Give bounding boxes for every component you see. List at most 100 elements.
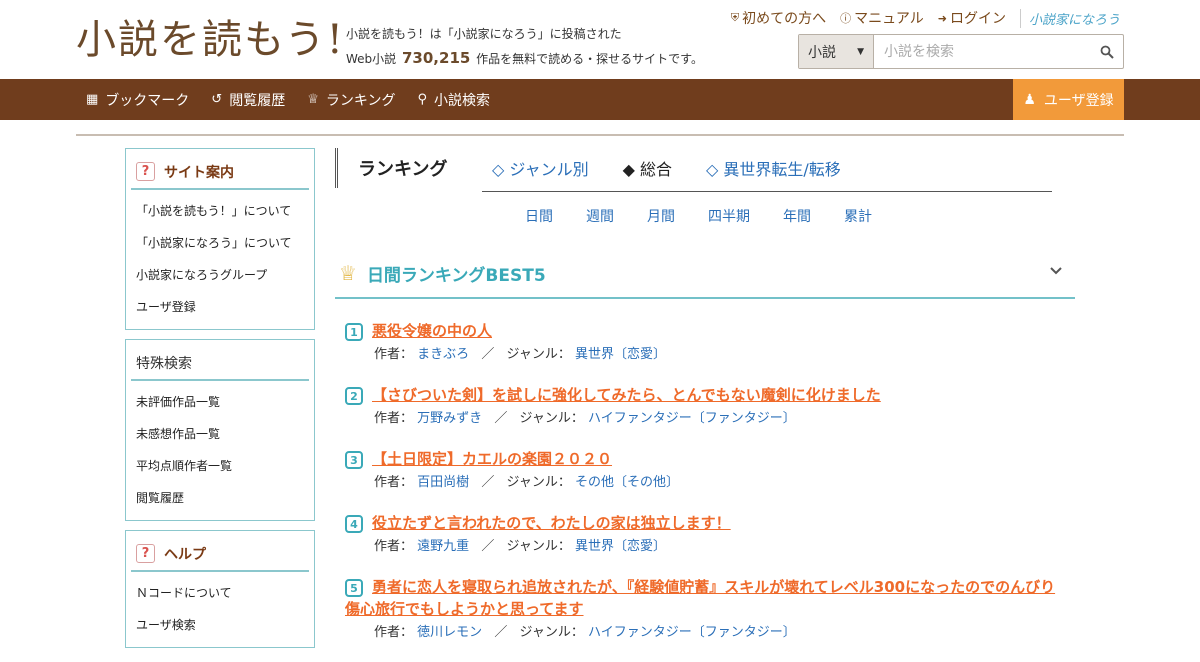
sidebar-site-guide: ? サイト案内 「小説を読もう！」について 「小説家になろう」について 小説家に… (125, 148, 315, 330)
site-tagline: 小説を読もう！は「小説家になろう」に投稿された Web小説 730,215 作品… (346, 22, 703, 71)
main-nav: ▦ ブックマーク ↺ 閲覧履歴 ♕ ランキング ⚲ 小説検索 ♟ ユーザ登録 (0, 79, 1200, 120)
author-link[interactable]: 百田尚樹 (417, 475, 469, 490)
search-icon: ⚲ (417, 92, 427, 107)
genre-link[interactable]: 異世界〔恋愛〕 (575, 347, 666, 362)
tagline-prefix: Web小説 (346, 52, 397, 66)
sidebar-item-history[interactable]: 閲覧履歴 (136, 482, 314, 514)
period-yearly[interactable]: 年間 (783, 206, 811, 226)
login-link[interactable]: ➜ ログイン (938, 8, 1006, 28)
novel-meta: 作者： まきぶろ ／ ジャンル： 異世界〔恋愛〕 (345, 344, 1065, 366)
nav-history[interactable]: ↺ 閲覧履歴 (211, 90, 285, 110)
tab-isekai[interactable]: ◇ 異世界転生/転移 (706, 156, 841, 180)
author-label: 作者： (374, 539, 414, 554)
login-link-label: ログイン (949, 11, 1006, 27)
author-link[interactable]: 遠野九重 (417, 539, 469, 554)
sidebar-item-avg-authors[interactable]: 平均点順作者一覧 (136, 450, 314, 482)
best5-section-header[interactable]: ♕ 日間ランキングBEST5 (335, 249, 1075, 299)
sidebar-item-user-register[interactable]: ユーザ登録 (136, 291, 314, 323)
rank-number-badge: 3 (345, 451, 363, 469)
tab-genre[interactable]: ◇ ジャンル別 (492, 156, 589, 180)
author-link[interactable]: 万野みずき (417, 411, 482, 426)
search-input[interactable] (874, 35, 1091, 68)
beginners-link[interactable]: ⛨ 初めての方へ (731, 8, 826, 28)
ranking-item: 4 役立たずと言われたので、わたしの家は独立します！ 作者： 遠野九重 ／ ジャ… (345, 512, 1065, 558)
search-button[interactable] (1091, 35, 1123, 68)
author-label: 作者： (374, 411, 414, 426)
sidebar-item-ncode[interactable]: Ｎコードについて (136, 577, 314, 609)
genre-label: ジャンル： (519, 625, 584, 640)
search-category-select[interactable]: 小説 ▼ (799, 35, 874, 68)
genre-link[interactable]: その他〔その他〕 (575, 475, 679, 490)
tab-overall[interactable]: ◆ 総合 (623, 156, 672, 180)
ranking-heading: ランキング (335, 148, 447, 188)
ranking-item: 3 【土日限定】カエルの楽園２０２０ 作者： 百田尚樹 ／ ジャンル： その他〔… (345, 448, 1065, 494)
meta-separator: ／ (494, 625, 508, 640)
question-icon: ? (136, 544, 155, 563)
ranking-item: 1 悪役令嬢の中の人 作者： まきぶろ ／ ジャンル： 異世界〔恋愛〕 (345, 320, 1065, 366)
author-label: 作者： (374, 625, 414, 640)
search-box: 小説 ▼ (798, 34, 1124, 69)
ranking-item: 2 【さびついた剣】を試しに強化してみたら、とんでもない魔剣に化けました 作者：… (345, 384, 1065, 430)
period-total[interactable]: 累計 (844, 206, 872, 226)
sidebar-special-search-header: 特殊検索 (131, 346, 309, 381)
ranking-list: 1 悪役令嬢の中の人 作者： まきぶろ ／ ジャンル： 異世界〔恋愛〕 2 【さ… (345, 320, 1065, 662)
ranking-item: 5 勇者に恋人を寝取られ追放されたが、『経験値貯蓄』スキルが壊れてレベル300に… (345, 576, 1065, 644)
author-label: 作者： (374, 347, 414, 362)
nav-ranking[interactable]: ♕ ランキング (307, 90, 395, 110)
tagline-line2: Web小説 730,215 作品を無料で読める・探せるサイトです。 (346, 46, 703, 71)
user-icon: ♟ (1023, 91, 1036, 108)
nav-search[interactable]: ⚲ 小説検索 (417, 90, 490, 110)
period-tabs: 日間 週間 月間 四半期 年間 累計 (525, 206, 905, 226)
nav-bookmark[interactable]: ▦ ブックマーク (86, 90, 189, 110)
nav-bookmark-label: ブックマーク (105, 92, 190, 109)
ranking-title: ランキング (358, 159, 448, 180)
genre-link[interactable]: 異世界〔恋愛〕 (575, 539, 666, 554)
genre-label: ジャンル： (506, 475, 571, 490)
sidebar-help-header: ? ヘルプ (131, 537, 309, 572)
novel-title-link[interactable]: 勇者に恋人を寝取られ追放されたが、『経験値貯蓄』スキルが壊れてレベル300になっ… (345, 576, 1065, 620)
period-quarterly[interactable]: 四半期 (708, 206, 750, 226)
search-category-value: 小説 (808, 44, 836, 61)
question-icon: ? (136, 162, 155, 181)
manual-link[interactable]: ⓘ マニュアル (840, 8, 924, 28)
help-icon: ⓘ (840, 12, 852, 25)
site-header: 小説を読もう! 小説を読もう！は「小説家になろう」に投稿された Web小説 73… (0, 0, 1200, 79)
period-daily[interactable]: 日間 (525, 206, 553, 226)
novel-title-link[interactable]: 役立たずと言われたので、わたしの家は独立します！ (345, 512, 1065, 534)
rank-number-badge: 5 (345, 579, 363, 597)
nav-history-label: 閲覧履歴 (229, 92, 286, 109)
sidebar-item-about-yomou[interactable]: 「小説を読もう！」について (136, 195, 314, 227)
novel-title-link[interactable]: 【土日限定】カエルの楽園２０２０ (345, 448, 1065, 470)
author-link[interactable]: 徳川レモン (417, 625, 482, 640)
period-weekly[interactable]: 週間 (586, 206, 614, 226)
rank-number-badge: 4 (345, 515, 363, 533)
sidebar-item-unrated[interactable]: 未評価作品一覧 (136, 386, 314, 418)
sidebar-help-title: ヘルプ (164, 546, 206, 563)
caret-down-icon: ▼ (857, 46, 864, 57)
register-button[interactable]: ♟ ユーザ登録 (1013, 79, 1124, 120)
sidebar-item-narou-group[interactable]: 小説家になろうグループ (136, 259, 314, 291)
genre-link[interactable]: ハイファンタジー〔ファンタジー〕 (588, 625, 796, 640)
novel-title-link[interactable]: 【さびついた剣】を試しに強化してみたら、とんでもない魔剣に化けました (345, 384, 1065, 406)
chevron-down-icon[interactable] (1049, 264, 1063, 280)
novel-title-link[interactable]: 悪役令嬢の中の人 (345, 320, 1065, 342)
sidebar-item-about-narou[interactable]: 「小説家になろう」について (136, 227, 314, 259)
novel-meta: 作者： 万野みずき ／ ジャンル： ハイファンタジー〔ファンタジー〕 (345, 408, 1065, 430)
manual-link-label: マニュアル (854, 11, 924, 27)
rank-number-badge: 1 (345, 323, 363, 341)
meta-separator: ／ (494, 411, 508, 426)
genre-label: ジャンル： (506, 347, 571, 362)
novel-meta: 作者： 徳川レモン ／ ジャンル： ハイファンタジー〔ファンタジー〕 (345, 622, 1065, 644)
register-button-label: ユーザ登録 (1043, 92, 1114, 109)
sidebar-item-no-review[interactable]: 未感想作品一覧 (136, 418, 314, 450)
sidebar-item-user-search[interactable]: ユーザ検索 (136, 609, 314, 641)
period-monthly[interactable]: 月間 (647, 206, 675, 226)
login-icon: ➜ (937, 11, 947, 25)
narou-brand-link[interactable]: 小説家になろう (1019, 8, 1120, 28)
genre-link[interactable]: ハイファンタジー〔ファンタジー〕 (588, 411, 796, 426)
search-icon (1100, 45, 1114, 59)
site-logo[interactable]: 小説を読もう! (76, 10, 345, 70)
sidebar-special-search: 特殊検索 未評価作品一覧 未感想作品一覧 平均点順作者一覧 閲覧履歴 (125, 339, 315, 521)
author-link[interactable]: まきぶろ (417, 347, 469, 362)
genre-label: ジャンル： (519, 411, 584, 426)
